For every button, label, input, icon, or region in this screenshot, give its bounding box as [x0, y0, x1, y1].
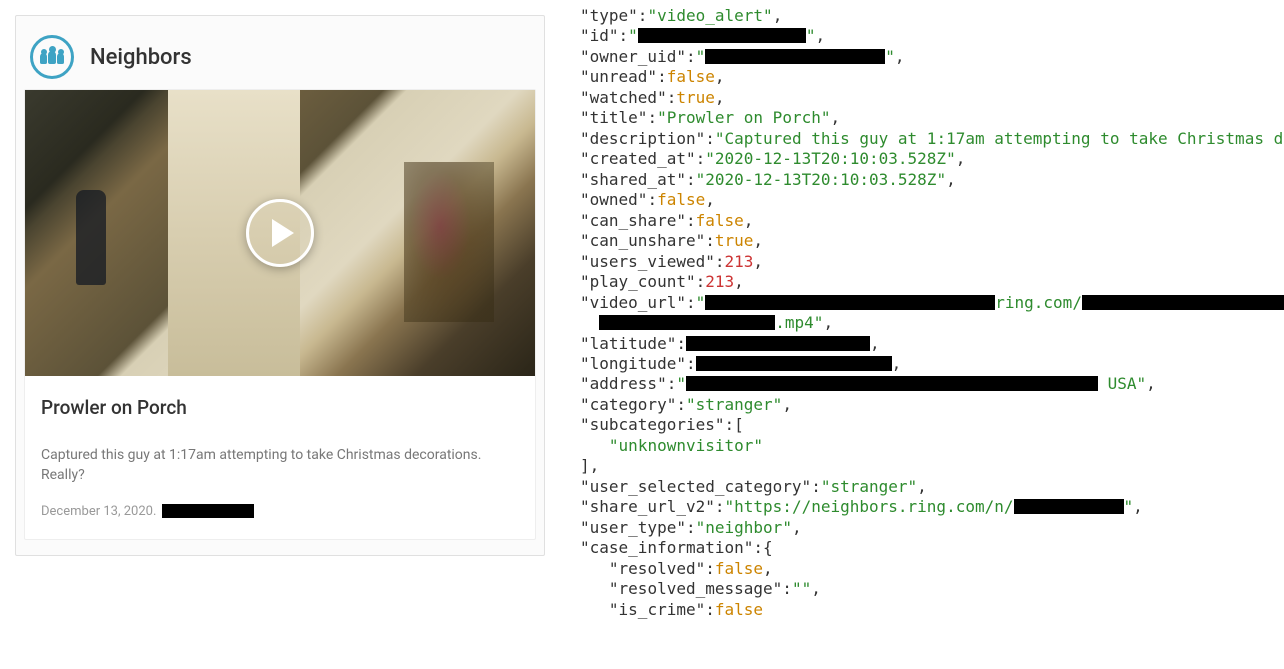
json-panel: "type":"video_alert", "id":"", "owner_ui… [560, 0, 1284, 669]
redacted-author [162, 504, 254, 518]
redacted-owner-uid [705, 49, 885, 64]
post-body: Prowler on Porch Captured this guy at 1:… [25, 376, 535, 539]
play-icon [272, 219, 294, 247]
redacted-share-url [1014, 499, 1124, 514]
redacted-video-url-1 [705, 295, 995, 310]
neighbors-panel: Neighbors Prowler on Porch Captured this… [0, 0, 560, 669]
redacted-address [686, 376, 1098, 391]
neighbors-card: Neighbors Prowler on Porch Captured this… [15, 15, 545, 556]
post-title: Prowler on Porch [41, 396, 519, 419]
card-header: Neighbors [24, 31, 536, 89]
redacted-id [638, 28, 806, 43]
panel-title: Neighbors [90, 45, 192, 70]
post-meta: December 13, 2020. [41, 504, 519, 519]
video-thumbnail[interactable] [25, 90, 535, 376]
play-button[interactable] [246, 199, 314, 267]
redacted-longitude [696, 356, 892, 371]
post-description: Captured this guy at 1:17am attempting t… [41, 445, 519, 486]
redacted-latitude [686, 336, 870, 351]
scene-overlay [404, 162, 494, 322]
redacted-video-url-3 [599, 315, 775, 330]
neighbors-logo-icon [30, 35, 74, 79]
redacted-video-url-2 [1082, 295, 1284, 310]
post-date: December 13, 2020. [41, 504, 156, 519]
post-card: Prowler on Porch Captured this guy at 1:… [24, 89, 536, 540]
